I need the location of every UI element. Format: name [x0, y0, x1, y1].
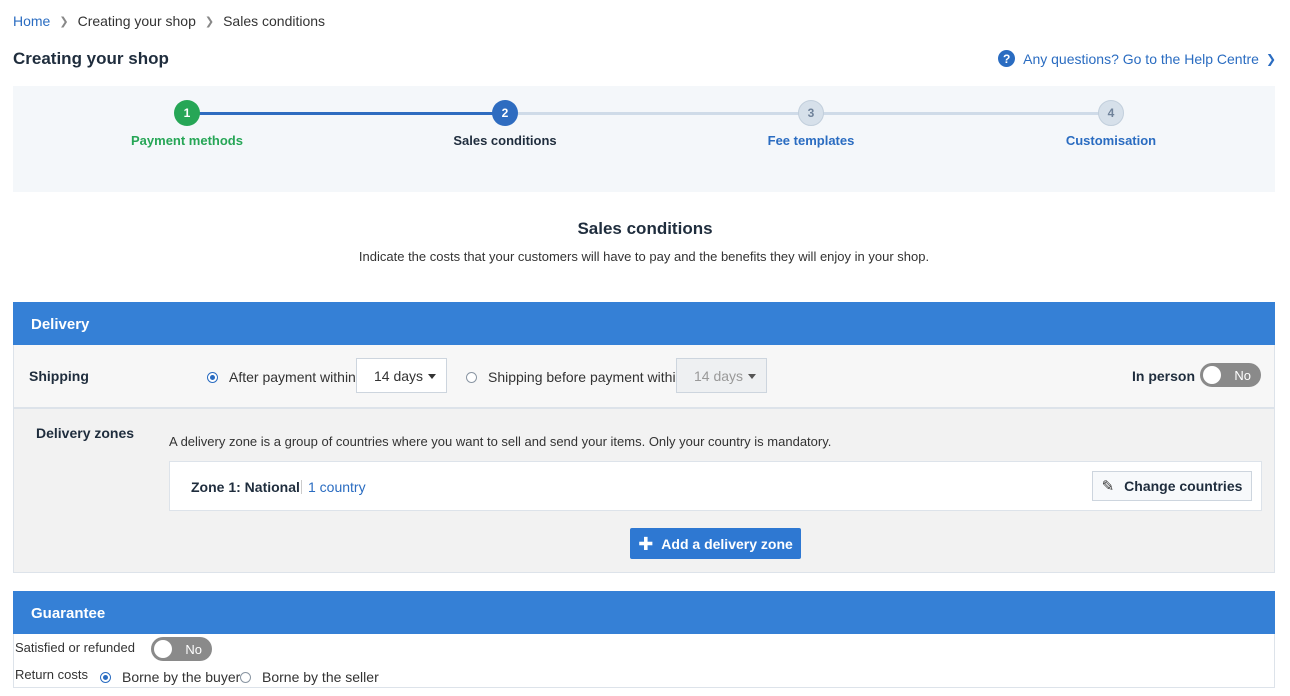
return-costs-seller-label: Borne by the seller	[262, 669, 379, 685]
step-fee-templates[interactable]: 3 Fee templates	[711, 100, 911, 148]
shipping-before-payment-label: Shipping before payment within	[488, 369, 684, 385]
guarantee-panel-header: Guarantee	[13, 591, 1275, 634]
step-label: Sales conditions	[453, 133, 557, 148]
progress-stepper: 1 Payment methods 2 Sales conditions 3 F…	[13, 86, 1275, 192]
add-delivery-zone-button[interactable]: ✚ Add a delivery zone	[630, 528, 801, 559]
return-costs-label: Return costs	[15, 667, 88, 682]
help-centre-link[interactable]: ? Any questions? Go to the Help Centre ❯	[998, 50, 1276, 67]
delivery-zones-description: A delivery zone is a group of countries …	[169, 434, 832, 449]
breadcrumb-home-link[interactable]: Home	[13, 13, 50, 29]
breadcrumb: Home ❯ Creating your shop ❯ Sales condit…	[13, 13, 325, 29]
before-payment-days-select: 14 days	[676, 358, 767, 393]
step-label: Customisation	[1065, 133, 1157, 148]
guarantee-body: Satisfied or refunded No Return costs Bo…	[13, 634, 1275, 688]
after-payment-days-select[interactable]: 14 days	[356, 358, 447, 393]
return-costs-buyer-option[interactable]: Borne by the buyer	[100, 669, 240, 685]
radio-button[interactable]	[466, 371, 477, 383]
radio-button[interactable]	[240, 671, 251, 683]
section-title: Sales conditions	[577, 219, 713, 238]
chevron-right-icon: ❯	[1265, 51, 1276, 66]
shipping-before-payment-option[interactable]: Shipping before payment within	[466, 369, 683, 385]
toggle-knob	[1203, 366, 1221, 384]
radio-button-selected[interactable]	[207, 371, 218, 383]
delivery-zones-section: Delivery zones A delivery zone is a grou…	[13, 408, 1275, 573]
step-label: Payment methods	[131, 133, 243, 148]
shipping-after-payment-label: After payment within	[229, 369, 356, 385]
help-centre-label: Any questions? Go to the Help Centre	[1023, 50, 1259, 67]
page-title: Creating your shop	[13, 49, 169, 68]
satisfied-or-refunded-label: Satisfied or refunded	[15, 640, 135, 655]
in-person-toggle[interactable]: No	[1200, 363, 1261, 387]
select-value: 14 days	[694, 367, 744, 384]
plus-icon: ✚	[638, 533, 654, 554]
in-person-label: In person	[1132, 368, 1196, 384]
step-number: 4	[1098, 100, 1124, 126]
caret-down-icon	[748, 374, 756, 379]
step-label: Fee templates	[767, 133, 855, 148]
change-countries-label: Change countries	[1124, 478, 1243, 494]
step-payment-methods[interactable]: 1 Payment methods	[87, 100, 287, 148]
select-value: 14 days	[374, 367, 424, 384]
delivery-panel-header: Delivery	[13, 302, 1275, 345]
chevron-right-icon: ❯	[204, 15, 215, 28]
step-sales-conditions: 2 Sales conditions	[405, 100, 605, 148]
satisfied-or-refunded-toggle[interactable]: No	[151, 637, 212, 661]
step-number: 1	[174, 100, 200, 126]
delivery-zones-label: Delivery zones	[36, 425, 135, 441]
caret-down-icon	[428, 374, 436, 379]
change-countries-button[interactable]: ✎ Change countries	[1092, 471, 1252, 501]
question-circle-icon: ?	[998, 50, 1016, 67]
step-number: 3	[798, 100, 824, 126]
shipping-label: Shipping	[29, 368, 89, 384]
zone-name: Zone 1: National	[191, 479, 300, 495]
delivery-zone-card: Zone 1: National 1 country ✎ Change coun…	[169, 461, 1262, 511]
section-subtitle: Indicate the costs that your customers w…	[358, 249, 930, 264]
chevron-right-icon: ❯	[59, 15, 69, 28]
toggle-state: No	[185, 642, 202, 657]
radio-button-selected[interactable]	[100, 671, 111, 683]
divider	[301, 480, 302, 494]
step-customisation[interactable]: 4 Customisation	[1011, 100, 1211, 148]
return-costs-seller-option[interactable]: Borne by the seller	[240, 669, 379, 685]
shipping-after-payment-option[interactable]: After payment within	[207, 369, 356, 385]
toggle-state: No	[1234, 368, 1251, 383]
shipping-row: Shipping After payment within 14 days Sh…	[13, 345, 1275, 408]
zone-country-count-link[interactable]: 1 country	[308, 479, 366, 495]
breadcrumb-parent-link[interactable]: Creating your shop	[78, 13, 196, 29]
breadcrumb-current: Sales conditions	[223, 13, 326, 29]
add-delivery-zone-label: Add a delivery zone	[661, 535, 793, 552]
step-number: 2	[492, 100, 518, 126]
toggle-knob	[154, 640, 172, 658]
pencil-icon: ✎	[1101, 478, 1115, 495]
return-costs-buyer-label: Borne by the buyer	[122, 669, 241, 685]
